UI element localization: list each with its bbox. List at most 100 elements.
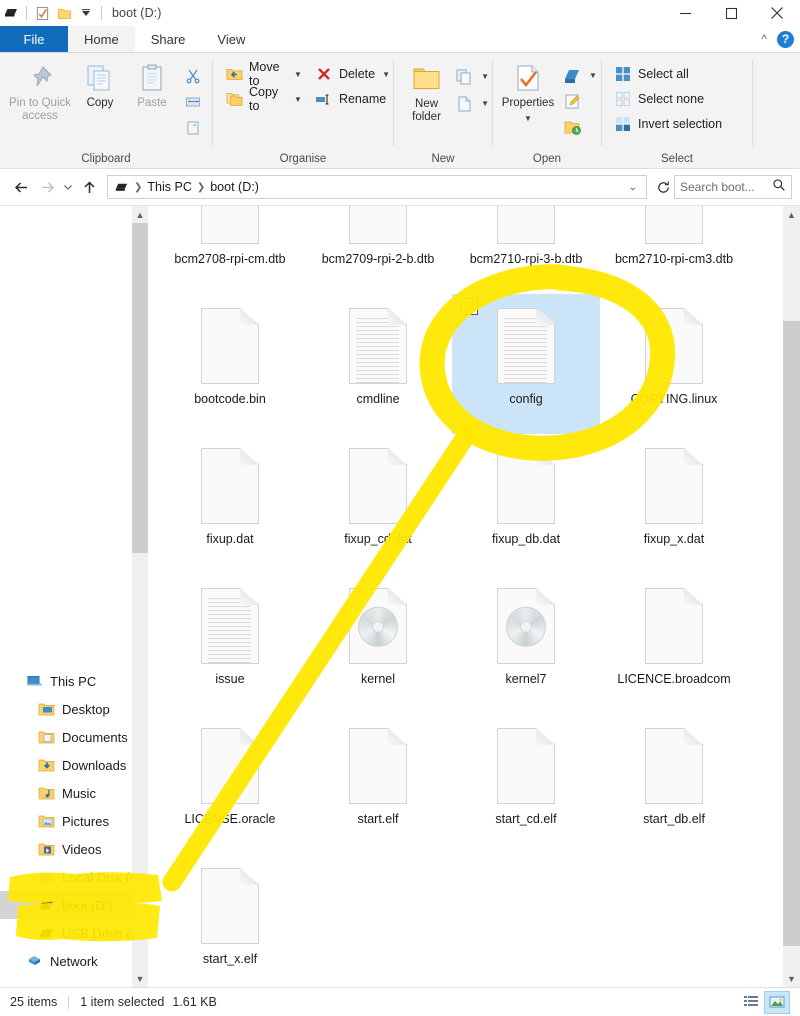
breadcrumb-item-this-pc[interactable]: This PC xyxy=(145,180,193,194)
paste-shortcut-button[interactable] xyxy=(180,115,206,140)
file-item[interactable]: COPYING.linux xyxy=(600,294,748,434)
navigation-scrollbar[interactable]: ▲ ▼ xyxy=(132,206,148,987)
forward-button[interactable] xyxy=(34,174,60,200)
delete-caret-icon[interactable]: ▼ xyxy=(382,70,390,79)
file-item[interactable]: start_db.elf xyxy=(600,714,748,854)
file-item[interactable]: cmdline xyxy=(304,294,452,434)
details-view-button[interactable] xyxy=(738,991,764,1014)
open-with-caret-icon[interactable]: ▼ xyxy=(589,71,597,80)
file-list-scrollbar[interactable]: ▲ ▼ xyxy=(783,206,800,987)
list-scroll-up-icon[interactable]: ▲ xyxy=(783,206,800,223)
nav-item-usb-drive-e[interactable]: USB Drive (E:) xyxy=(0,919,148,947)
file-item[interactable]: fixup_x.dat xyxy=(600,434,748,574)
breadcrumb[interactable]: ❯ This PC ❯ boot (D:) ⌄ xyxy=(107,175,647,199)
easy-access-caret-icon[interactable]: ▼ xyxy=(481,99,489,108)
customize-caret-icon[interactable] xyxy=(75,2,97,24)
history-button[interactable] xyxy=(559,115,600,140)
move-to-button[interactable]: Move to ▼ xyxy=(221,63,305,85)
nav-item-desktop[interactable]: Desktop xyxy=(0,695,148,723)
file-item[interactable]: config xyxy=(452,294,600,434)
tab-view[interactable]: View xyxy=(201,26,261,52)
file-item[interactable]: start_x.elf xyxy=(156,854,304,987)
file-page xyxy=(201,206,259,244)
new-folder-icon[interactable] xyxy=(53,2,75,24)
copy-path-button[interactable] xyxy=(180,89,206,114)
file-item[interactable]: start.elf xyxy=(304,714,452,854)
recent-locations-button[interactable] xyxy=(60,174,76,200)
file-checkbox[interactable] xyxy=(461,298,478,315)
file-item[interactable]: kernel xyxy=(304,574,452,714)
file-item[interactable]: bcm2710-rpi-cm3.dtb xyxy=(600,206,748,294)
open-with-button[interactable]: ▼ xyxy=(559,63,600,88)
copy-to-button[interactable]: Copy to ▼ xyxy=(221,88,305,110)
file-item[interactable]: bcm2709-rpi-2-b.dtb xyxy=(304,206,452,294)
back-button[interactable] xyxy=(8,174,34,200)
file-item[interactable]: bcm2710-rpi-3-b.dtb xyxy=(452,206,600,294)
maximize-button[interactable] xyxy=(708,0,754,26)
paste-button[interactable]: Paste xyxy=(126,59,178,110)
tab-home[interactable]: Home xyxy=(68,26,135,52)
close-button[interactable] xyxy=(754,0,800,26)
new-item-button[interactable]: ▼ xyxy=(451,63,492,89)
select-none-button[interactable]: Select none xyxy=(610,88,725,110)
nav-scroll-up-icon[interactable]: ▲ xyxy=(132,206,148,223)
collapse-ribbon-icon[interactable]: ^ xyxy=(761,32,767,46)
up-button[interactable] xyxy=(76,174,102,200)
nav-item-this-pc[interactable]: This PC xyxy=(0,667,148,695)
nav-item-videos[interactable]: Videos xyxy=(0,835,148,863)
list-scroll-thumb[interactable] xyxy=(783,321,800,946)
nav-item-local-disk-c[interactable]: Local Disk (C:) xyxy=(0,863,148,891)
nav-item-documents[interactable]: Documents xyxy=(0,723,148,751)
blank-file-icon xyxy=(645,448,703,524)
file-item[interactable]: bootcode.bin xyxy=(156,294,304,434)
breadcrumb-item-boot[interactable]: boot (D:) xyxy=(208,180,261,194)
file-item[interactable]: fixup_cd.dat xyxy=(304,434,452,574)
breadcrumb-separator-1[interactable]: ❯ xyxy=(134,182,142,193)
tab-share[interactable]: Share xyxy=(135,26,202,52)
copy-button[interactable]: Copy xyxy=(74,59,126,110)
refresh-button[interactable] xyxy=(652,180,674,195)
file-item[interactable]: bcm2708-rpi-cm.dtb xyxy=(156,206,304,294)
select-all-button[interactable]: Select all xyxy=(610,63,725,85)
invert-selection-button[interactable]: Invert selection xyxy=(610,113,725,135)
copy-to-caret-icon[interactable]: ▼ xyxy=(294,95,302,104)
file-item[interactable]: kernel7 xyxy=(452,574,600,714)
move-to-caret-icon[interactable]: ▼ xyxy=(294,70,302,79)
list-scroll-down-icon[interactable]: ▼ xyxy=(783,970,800,987)
properties-check-icon[interactable] xyxy=(31,2,53,24)
large-icons-view-button[interactable] xyxy=(764,991,790,1014)
nav-item-pictures[interactable]: Pictures xyxy=(0,807,148,835)
rename-button[interactable]: Rename xyxy=(311,88,393,110)
open-small-commands: ▼ xyxy=(559,59,600,140)
blank-file-icon xyxy=(645,206,703,244)
nav-item-network[interactable]: Network xyxy=(0,947,148,975)
file-item[interactable]: fixup_db.dat xyxy=(452,434,600,574)
file-item[interactable]: issue xyxy=(156,574,304,714)
cut-button[interactable] xyxy=(180,63,206,88)
nav-item-downloads[interactable]: Downloads xyxy=(0,751,148,779)
file-item[interactable]: LICENCE.broadcom xyxy=(600,574,748,714)
file-item[interactable]: start_cd.elf xyxy=(452,714,600,854)
breadcrumb-separator-2[interactable]: ❯ xyxy=(197,182,205,193)
new-folder-button[interactable]: New folder xyxy=(400,59,453,124)
file-list-view[interactable]: bcm2708-rpi-cm.dtbbcm2709-rpi-2-b.dtbbcm… xyxy=(148,206,800,987)
edit-button[interactable] xyxy=(559,89,600,114)
nav-item-music[interactable]: Music xyxy=(0,779,148,807)
file-item[interactable]: fixup.dat xyxy=(156,434,304,574)
pin-to-quick-access-button[interactable]: Pin to Quick access xyxy=(6,59,74,123)
search-icon[interactable] xyxy=(772,178,786,197)
nav-scroll-thumb[interactable] xyxy=(132,223,148,553)
tab-file[interactable]: File xyxy=(0,26,68,52)
properties-caret-icon[interactable]: ▼ xyxy=(524,114,532,123)
nav-item-boot-d[interactable]: boot (D:) xyxy=(0,891,148,919)
easy-access-button[interactable]: ▼ xyxy=(451,90,492,116)
help-icon[interactable]: ? xyxy=(777,31,794,48)
new-item-caret-icon[interactable]: ▼ xyxy=(481,72,489,81)
search-input[interactable]: Search boot... xyxy=(674,175,792,199)
nav-scroll-down-icon[interactable]: ▼ xyxy=(132,970,148,987)
file-item[interactable]: LICENSE.oracle xyxy=(156,714,304,854)
minimize-button[interactable] xyxy=(662,0,708,26)
properties-button[interactable]: Properties ▼ xyxy=(497,59,559,123)
chevron-down-icon[interactable]: ⌄ xyxy=(624,182,642,193)
delete-button[interactable]: Delete ▼ xyxy=(311,63,393,85)
